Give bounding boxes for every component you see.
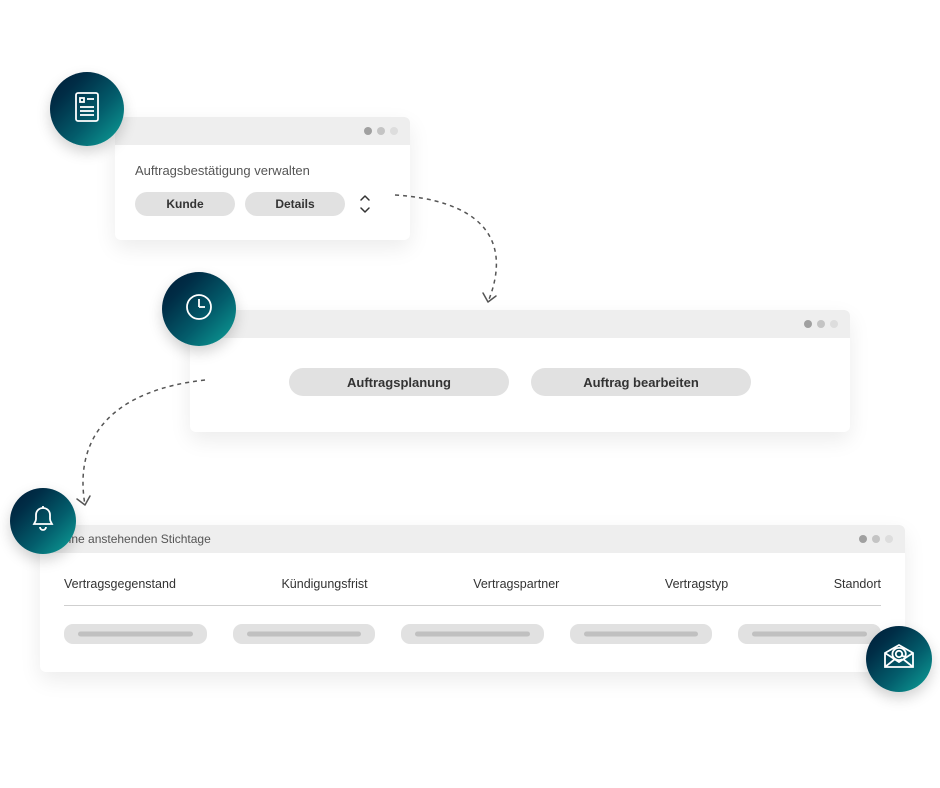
document-badge [50,72,124,146]
mail-icon [882,643,916,676]
card1-stepper[interactable] [359,193,371,215]
window-dot [804,320,812,328]
window-dot [377,127,385,135]
window-dot [390,127,398,135]
chevron-up-icon[interactable] [359,193,371,203]
card-confirmation: Auftragsbestätigung verwalten Kunde Deta… [115,117,410,240]
window-dots [859,535,893,543]
window-dot [364,127,372,135]
window-dot [885,535,893,543]
card1-titlebar [115,117,410,145]
pill-edit[interactable]: Auftrag bearbeiten [531,368,751,396]
window-dot [830,320,838,328]
diagram-stage: Auftragsbestätigung verwalten Kunde Deta… [0,0,940,788]
col-location: Standort [834,577,881,591]
col-subject: Vertragsgegenstand [64,577,176,591]
card3-title: Meine anstehenden Stichtage [52,532,211,546]
table-row [64,624,881,644]
placeholder-cell [738,624,881,644]
placeholder-cell [401,624,544,644]
card3-titlebar: Meine anstehenden Stichtage [40,525,905,553]
window-dot [872,535,880,543]
bell-icon [29,504,57,539]
window-dot [817,320,825,328]
clock-icon [183,291,215,328]
document-icon [72,90,102,129]
table-header: Vertragsgegenstand Kündigungsfrist Vertr… [64,569,881,601]
table-divider [64,605,881,606]
card-deadlines: Meine anstehenden Stichtage Vertragsgege… [40,525,905,672]
col-partner: Vertragspartner [473,577,559,591]
card2-titlebar [190,310,850,338]
placeholder-cell [570,624,713,644]
col-notice: Kündigungsfrist [281,577,367,591]
chevron-down-icon[interactable] [359,205,371,215]
col-type: Vertragstyp [665,577,728,591]
bell-badge [10,488,76,554]
window-dots [804,320,838,328]
clock-badge [162,272,236,346]
pill-details[interactable]: Details [245,192,345,216]
card-order: Auftragsplanung Auftrag bearbeiten [190,310,850,432]
pill-customer[interactable]: Kunde [135,192,235,216]
pill-planning[interactable]: Auftragsplanung [289,368,509,396]
window-dots [364,127,398,135]
placeholder-cell [64,624,207,644]
card1-subtitle: Auftragsbestätigung verwalten [135,163,390,178]
placeholder-cell [233,624,376,644]
window-dot [859,535,867,543]
mail-badge [866,626,932,692]
